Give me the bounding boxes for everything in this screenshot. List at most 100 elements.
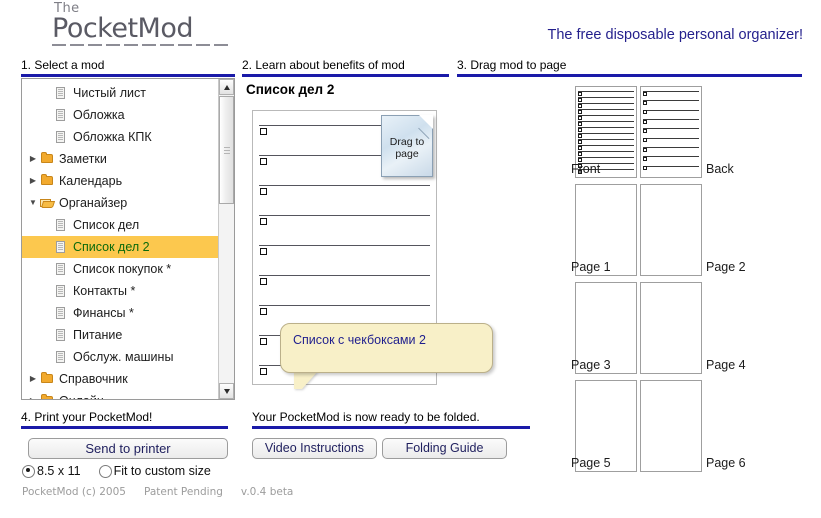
document-icon [54,130,68,145]
tree-item-8[interactable]: Список дел 2 [22,236,223,258]
thumbnail-checkbox-icon [578,145,582,150]
tree-item-1[interactable]: Чистый лист [22,82,218,104]
tree-item-12[interactable]: Питание [22,324,218,346]
tree-scrollbar[interactable] [218,79,234,399]
paper-size-custom-option[interactable]: Fit to custom size [98,464,211,478]
thumbnail-line [578,121,634,122]
document-icon [54,350,68,365]
tree-twisty-collapsed-icon[interactable]: ▶ [26,368,40,390]
drag-to-page-badge[interactable]: Drag to page [381,115,440,177]
thumbnail-checkbox-icon [643,147,647,152]
folding-guide-button[interactable]: Folding Guide [382,438,507,459]
tree-item-2[interactable]: Обложка [22,104,218,126]
tree-twisty-expanded-icon[interactable]: ▼ [26,192,40,214]
thumbnail-checkbox-icon [578,151,582,156]
folder-open-icon [40,196,54,211]
tree-item-13[interactable]: Обслуж. машины [22,346,218,368]
tree-item-14[interactable]: ▶ Справочник [22,368,218,390]
document-icon [54,86,68,101]
section-header-ready: Your PocketMod is now ready to be folded… [252,410,530,429]
thumbnail-line [578,133,634,134]
section-header-step3: 3. Drag mod to page [457,58,802,77]
page-header: The PocketMod The free disposable person… [0,0,821,52]
thumbnail-line [643,109,699,111]
tree-item-4[interactable]: ▶ Заметки [22,148,218,170]
document-icon [54,108,68,123]
thumbnail-line [643,119,699,120]
tree-item-3[interactable]: Обложка КПК [22,126,218,148]
section-header-step1: 1. Select a mod [21,58,235,77]
section-header-step2: 2. Learn about benefits of mod [242,58,449,77]
tooltip-tail [294,371,318,389]
ready-message: Your PocketMod is now ready to be folded… [252,410,480,424]
scroll-up-button[interactable] [219,79,234,95]
thumbnail-checkbox-icon [578,127,582,132]
tree-item-label: Обслуж. машины [73,350,174,364]
checkbox-icon [260,218,267,225]
thumbnail-checkbox-icon [643,100,647,105]
section-header-step3-label: 3. Drag mod to page [457,58,567,72]
thumbnail-back[interactable] [640,86,702,178]
tree-item-label: Обложка [73,108,125,122]
scroll-down-button[interactable] [219,383,234,399]
scrollbar-thumb[interactable] [219,96,234,204]
document-icon [54,262,68,277]
checkbox-icon [260,278,267,285]
tree-item-label: Календарь [59,174,123,188]
tree-item-15[interactable]: ▶ Онлайн [22,390,218,399]
checkbox-icon [260,158,267,165]
thumbnail-page-6[interactable] [640,380,702,472]
page-2-label: Page 2 [706,260,746,274]
footer: PocketMod (c) 2005 Patent Pending v.0.4 … [22,486,311,498]
checkbox-icon [260,188,267,195]
video-instructions-button[interactable]: Video Instructions [252,438,377,459]
tree-item-label: Чистый лист [73,86,146,100]
tree-item-7[interactable]: Список дел [22,214,218,236]
tree-twisty-collapsed-icon[interactable]: ▶ [26,390,40,399]
paper-size-options[interactable]: 8.5 x 11 Fit to custom size [22,464,211,478]
tree-item-11[interactable]: Финансы * [22,302,218,324]
paper-size-standard-option[interactable]: 8.5 x 11 [22,464,81,478]
tooltip-text: Список с чекбоксами 2 [293,333,426,347]
checkbox-icon [260,338,267,345]
back-label: Back [706,162,734,176]
tree-item-5[interactable]: ▶ Календарь [22,170,218,192]
folder-icon [40,151,54,167]
send-to-printer-button[interactable]: Send to printer [28,438,228,459]
thumbnail-line [643,100,699,102]
thumbnail-page-4[interactable] [640,282,702,374]
mod-tree-panel[interactable]: Чистый лист Обложка Обложка КПК ▶ Заметки ▶ Ка… [21,78,235,400]
section-divider [21,74,235,77]
thumbnail-checkbox-icon [643,91,647,96]
section-header-step1-label: 1. Select a mod [21,58,105,72]
paper-size-standard-label: 8.5 x 11 [37,464,81,478]
folder-icon [40,173,54,189]
tree-item-9[interactable]: Список покупок * [22,258,218,280]
thumbnail-checkbox-icon [578,157,582,162]
tree-item-6[interactable]: ▼ Органайзер [22,192,218,214]
chevron-down-icon [224,389,230,394]
footer-copyright: PocketMod (c) 2005 [22,486,126,498]
tree-item-label: Список дел [73,218,140,232]
thumbnail-checkbox-icon [578,121,582,126]
document-icon [54,306,68,321]
thumbnail-line [578,97,634,98]
document-icon [54,240,68,255]
thumbnail-line [643,91,699,92]
mod-tree-list[interactable]: Чистый лист Обложка Обложка КПК ▶ Заметки ▶ Ка… [22,82,223,399]
tree-twisty-collapsed-icon[interactable]: ▶ [26,148,40,170]
tagline: The free disposable personal organizer! [547,27,803,43]
radio-off-icon[interactable] [98,464,112,478]
tree-item-label: Список дел 2 [73,240,150,254]
thumbnail-page-2[interactable] [640,184,702,276]
tree-item-10[interactable]: Контакты * [22,280,218,302]
thumbnail-line [578,115,634,116]
tree-item-label: Контакты * [73,284,136,298]
radio-on-icon[interactable] [22,464,35,478]
thumbnail-line [578,103,634,104]
preview-rule-line [259,305,430,306]
folder-icon [40,393,54,399]
footer-version: v.0.4 beta [240,486,294,498]
thumbnail-checkbox-icon [643,166,647,171]
tree-twisty-collapsed-icon[interactable]: ▶ [26,170,40,192]
